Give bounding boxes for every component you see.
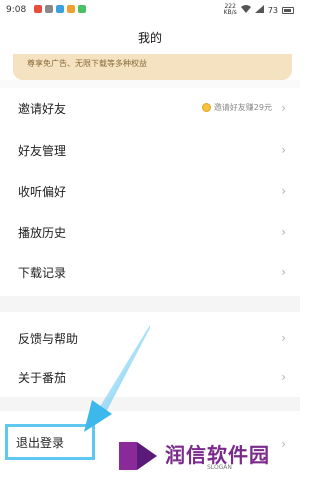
network-speed: 222 KB/s <box>223 3 237 16</box>
app-icon <box>67 5 75 13</box>
status-bar: 9:08 222 KB/s 73 <box>0 0 300 20</box>
vip-banner[interactable]: 尊享免广告、无限下载等多种权益 <box>13 54 292 80</box>
menu-item-listening-preferences[interactable]: 收听偏好 › <box>0 171 300 211</box>
menu-item-friend-management[interactable]: 好友管理 › <box>0 130 300 170</box>
chevron-right-icon: › <box>281 225 286 239</box>
divider <box>0 80 300 88</box>
battery-icon <box>282 6 294 14</box>
bluetooth-icon <box>56 5 64 13</box>
coin-icon <box>201 103 211 112</box>
menu-item-label: 收听偏好 <box>18 185 67 199</box>
watermark: 润信软件园 SLOGAN <box>117 437 287 477</box>
menu-item-about[interactable]: 关于番茄 › <box>0 357 300 397</box>
chevron-right-icon: › <box>281 143 286 157</box>
menu-item-label: 关于番茄 <box>18 371 67 385</box>
chevron-right-icon: › <box>281 265 286 279</box>
brand-logo-icon <box>119 442 157 470</box>
menu-item-label: 下载记录 <box>18 266 67 280</box>
invite-reward: 邀请好友赚29元 <box>201 102 272 113</box>
chevron-right-icon: › <box>281 370 286 384</box>
watermark-slogan: SLOGAN <box>207 464 232 471</box>
logout-button[interactable]: 退出登录 <box>5 424 95 460</box>
notification-icon <box>34 5 42 13</box>
menu-item-label: 播放历史 <box>18 226 67 240</box>
wifi-icon <box>240 5 251 15</box>
menu-item-download-records[interactable]: 下载记录 › <box>0 252 300 292</box>
status-right: 222 KB/s 73 <box>224 4 294 16</box>
vip-banner-text: 尊享免广告、无限下载等多种权益 <box>27 59 147 68</box>
menu-item-label: 反馈与帮助 <box>18 332 79 346</box>
status-time: 9:08 <box>6 5 27 15</box>
menu-item-invite-friends[interactable]: 邀请好友 邀请好友赚29元 › <box>0 88 300 128</box>
page-header: 我的 <box>0 20 300 54</box>
menu-item-label: 邀请好友 <box>18 102 67 116</box>
notification-icons <box>34 5 86 13</box>
section-divider <box>0 397 300 411</box>
menu-item-play-history[interactable]: 播放历史 › <box>0 212 300 252</box>
menu-item-label: 好友管理 <box>18 144 67 158</box>
signal-icon <box>254 5 264 15</box>
alarm-icon <box>45 5 53 13</box>
logout-label: 退出登录 <box>16 436 65 450</box>
chevron-right-icon: › <box>281 184 286 198</box>
app-icon <box>78 5 86 13</box>
menu-item-feedback-help[interactable]: 反馈与帮助 › <box>0 318 300 358</box>
section-divider <box>0 296 300 312</box>
page-title: 我的 <box>137 31 162 45</box>
chevron-right-icon: › <box>281 101 286 115</box>
battery-percent: 73 <box>267 5 278 15</box>
chevron-right-icon: › <box>281 331 286 345</box>
